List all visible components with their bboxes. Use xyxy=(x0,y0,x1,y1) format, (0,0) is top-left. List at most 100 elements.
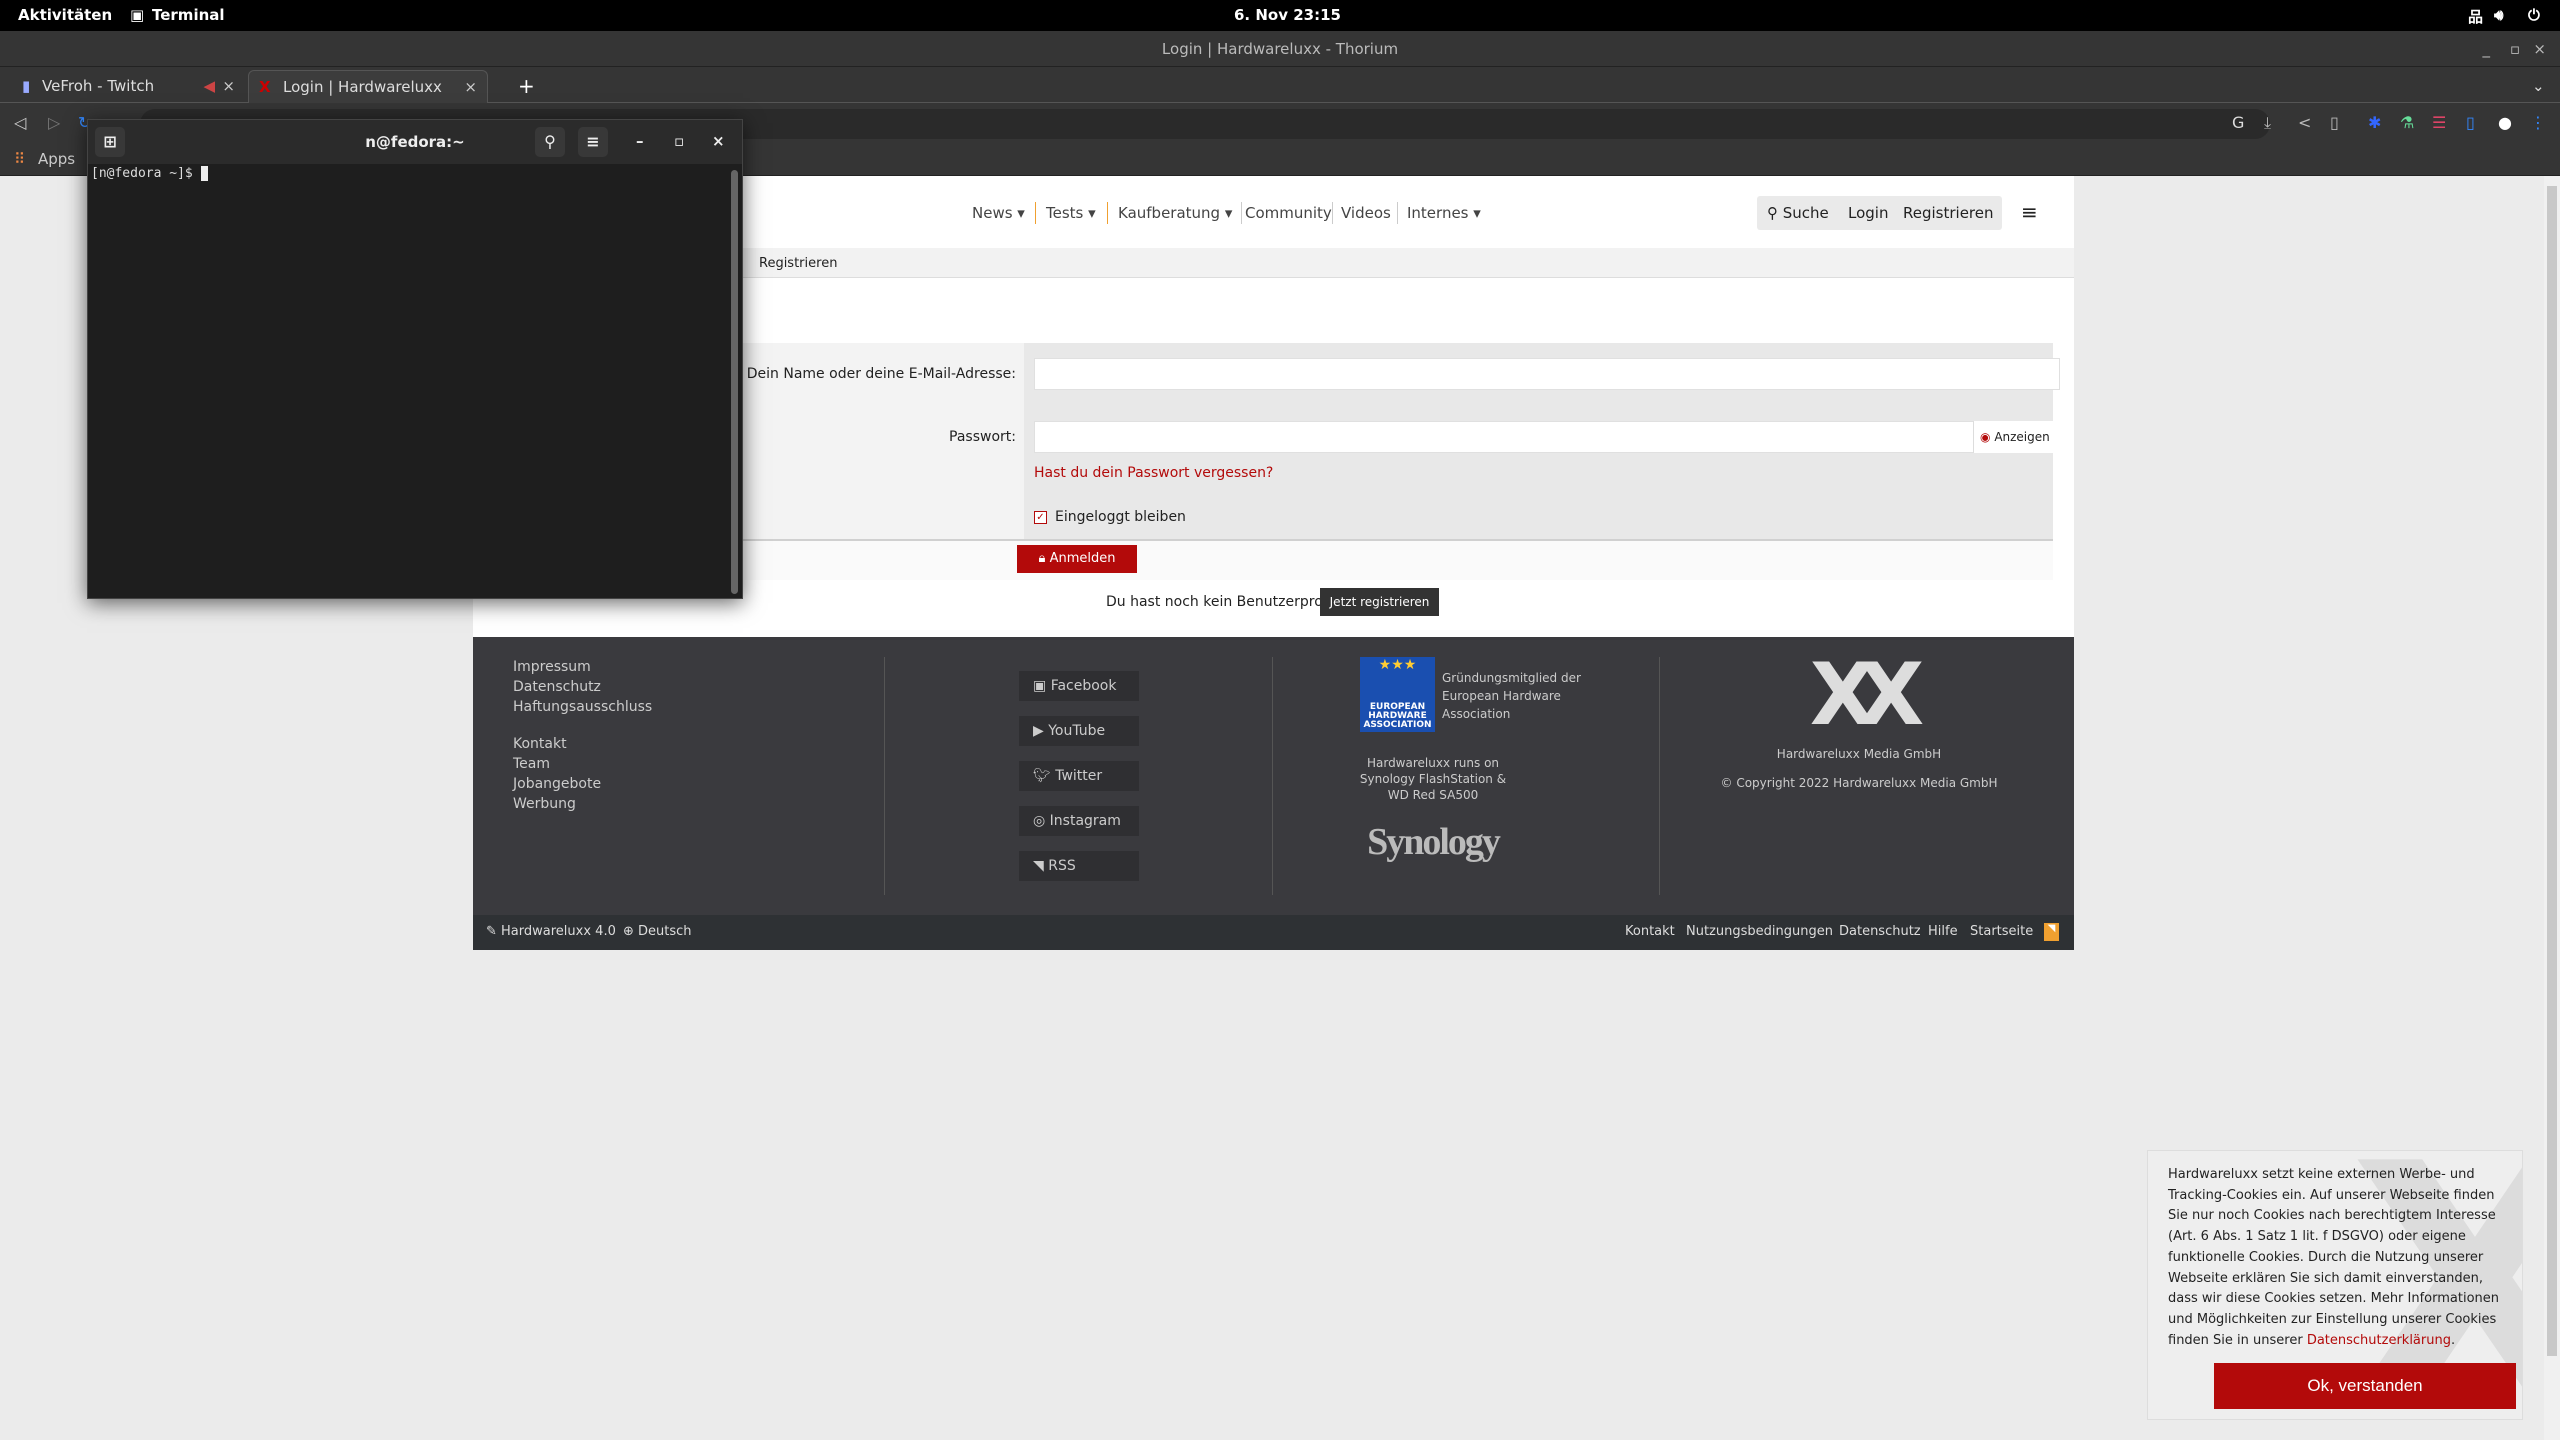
minimize-icon[interactable]: _ xyxy=(2483,31,2491,67)
eha-line: Association xyxy=(1442,707,1511,721)
rss-link[interactable]: ◥ RSS xyxy=(1019,851,1139,881)
forgot-password-link[interactable]: Hast du dein Passwort vergessen? xyxy=(1034,465,1273,481)
back-icon[interactable]: ◁ xyxy=(14,113,26,132)
nav-tests[interactable]: Tests ▾ xyxy=(1046,204,1096,222)
extension-icon[interactable]: ⚗ xyxy=(2400,113,2414,132)
remember-checkbox[interactable]: ✓ xyxy=(1034,511,1047,524)
activities-button[interactable]: Aktivitäten xyxy=(18,6,112,24)
name-input[interactable] xyxy=(1034,358,2060,390)
footer-link[interactable]: Datenschutz xyxy=(513,677,652,697)
login-submit-button[interactable]: 🔒︎ Anmelden xyxy=(1017,545,1137,573)
bottom-link-hilfe[interactable]: Hilfe xyxy=(1928,924,1958,939)
maximize-icon[interactable]: ▫ xyxy=(674,132,684,150)
apps-grid-icon: ⠿ xyxy=(14,150,25,168)
youtube-link[interactable]: ▶ YouTube xyxy=(1019,716,1139,746)
extension-icon[interactable]: ✱ xyxy=(2368,113,2381,132)
maximize-icon[interactable]: ▫ xyxy=(2510,31,2520,67)
app-menu[interactable]: Terminal xyxy=(152,6,225,24)
bottom-link-kontakt[interactable]: Kontakt xyxy=(1625,924,1675,939)
version-link[interactable]: ✎ Hardwareluxx 4.0 xyxy=(486,924,616,939)
bookmark-icon[interactable]: ▯ xyxy=(2330,113,2339,132)
breadcrumb-item[interactable]: Registrieren xyxy=(759,256,837,271)
facebook-link[interactable]: ▣ Facebook xyxy=(1019,671,1139,701)
terminal-scrollbar[interactable] xyxy=(731,170,738,594)
close-icon[interactable]: × xyxy=(712,132,725,150)
extension-icon[interactable]: ☰ xyxy=(2432,113,2446,132)
nav-videos[interactable]: Videos xyxy=(1341,204,1391,222)
page-scrollbar[interactable] xyxy=(2544,176,2560,1440)
google-icon[interactable]: G xyxy=(2232,113,2244,132)
footer-link[interactable]: Werbung xyxy=(513,794,601,814)
terminal-app-icon: ▣ xyxy=(130,6,145,24)
remember-label[interactable]: Eingeloggt bleiben xyxy=(1055,509,1186,525)
show-password-button[interactable]: ◉ Anzeigen xyxy=(1973,421,2060,453)
nav-news[interactable]: News ▾ xyxy=(972,204,1025,222)
eha-logo-text: EUROPEAN HARDWARE ASSOCIATION xyxy=(1363,702,1432,730)
menu-icon[interactable]: ≡ xyxy=(578,127,608,157)
tab-hardwareluxx[interactable]: X Login | Hardwareluxx × xyxy=(248,70,488,103)
clock[interactable]: 6. Nov 23:15 xyxy=(1234,6,1341,24)
mute-icon[interactable]: ◀ xyxy=(203,70,215,103)
footer-link[interactable]: Kontakt xyxy=(513,734,601,754)
footer-link[interactable]: Impressum xyxy=(513,657,652,677)
bottom-link-startseite[interactable]: Startseite xyxy=(1970,924,2033,939)
sidebar-icon[interactable]: ▯ xyxy=(2466,113,2475,132)
synology-logo[interactable]: Synology xyxy=(1333,820,1533,864)
minimize-icon[interactable]: – xyxy=(636,132,644,150)
install-icon[interactable]: ⤓ xyxy=(2264,113,2271,133)
password-label: Passwort: xyxy=(949,429,1016,445)
cookie-ok-button[interactable]: Ok, verstanden xyxy=(2214,1363,2516,1409)
register-now-button[interactable]: Jetzt registrieren xyxy=(1320,588,1439,616)
network-icon[interactable]: 品 xyxy=(2468,6,2483,27)
social-label: RSS xyxy=(1048,858,1076,874)
power-icon[interactable]: ⏻ xyxy=(2528,6,2540,24)
scrollbar-thumb[interactable] xyxy=(2547,186,2557,1356)
social-label: Twitter xyxy=(1055,768,1103,784)
footer-link[interactable]: Team xyxy=(513,754,601,774)
footer-link[interactable]: Jobangebote xyxy=(513,774,601,794)
tab-search-icon[interactable]: ⌄ xyxy=(2510,70,2545,103)
cursor xyxy=(200,166,209,181)
nav-internes[interactable]: Internes ▾ xyxy=(1407,204,1481,222)
search-icon[interactable]: ⚲ xyxy=(535,127,565,157)
hardwareluxx-logo[interactable]: XX xyxy=(1798,652,1925,738)
submit-label: Anmelden xyxy=(1049,551,1116,566)
bottom-link-datenschutz[interactable]: Datenschutz xyxy=(1839,924,1921,939)
hamburger-menu-icon[interactable]: ≡ xyxy=(2021,200,2038,224)
footer-link[interactable]: Haftungsausschluss xyxy=(513,697,652,717)
login-link[interactable]: Login xyxy=(1848,204,1888,222)
register-link[interactable]: Registrieren xyxy=(1903,204,1994,222)
no-profile-text: Du hast noch kein Benutzerprofil? xyxy=(1106,594,1343,610)
close-tab-icon[interactable]: × xyxy=(222,70,235,103)
instagram-link[interactable]: ◎ Instagram xyxy=(1019,806,1139,836)
close-icon[interactable]: × xyxy=(2533,31,2546,67)
terminal-window[interactable]: ⊞ n@fedora:~ ⚲ ≡ – ▫ × [n@fedora ~]$ xyxy=(87,119,743,599)
search-button[interactable]: ⚲ Suche xyxy=(1767,204,1829,222)
divider xyxy=(884,657,885,895)
close-tab-icon[interactable]: × xyxy=(464,71,477,104)
hardwareluxx-favicon: X xyxy=(259,78,271,96)
volume-icon[interactable]: 🔊︎ xyxy=(2494,6,2503,24)
password-input[interactable] xyxy=(1034,421,2060,453)
share-icon[interactable]: < xyxy=(2298,113,2311,132)
tab-twitch[interactable]: ▮ VeFroh - Twitch ◀ × xyxy=(20,70,245,103)
forward-icon[interactable]: ▷ xyxy=(48,113,60,132)
rss-icon[interactable]: ◥ xyxy=(2044,923,2059,941)
terminal-output[interactable]: [n@fedora ~]$ xyxy=(91,166,209,181)
language-selector[interactable]: ⊕ Deutsch xyxy=(623,924,692,939)
profile-icon[interactable]: ● xyxy=(2498,113,2512,132)
apps-bookmark[interactable]: Apps xyxy=(38,150,75,168)
facebook-icon: ▣ xyxy=(1033,678,1047,694)
bottom-link-nutzungsbedingungen[interactable]: Nutzungsbedingungen xyxy=(1686,924,1833,939)
menu-icon[interactable]: ⋮ xyxy=(2530,113,2546,132)
new-tab-button[interactable]: + xyxy=(496,70,535,103)
prompt: [n@fedora ~]$ xyxy=(91,166,201,181)
eha-logo[interactable]: ★★★ EUROPEAN HARDWARE ASSOCIATION xyxy=(1360,657,1435,732)
eye-icon: ◉ xyxy=(1980,430,1991,444)
company-name: Hardwareluxx Media GmbH xyxy=(1776,747,1942,761)
nav-community[interactable]: Community xyxy=(1245,204,1332,222)
cookie-text: Hardwareluxx setzt keine externen Werbe-… xyxy=(2168,1167,2500,1348)
twitter-link[interactable]: 🐦︎ Twitter xyxy=(1019,761,1139,791)
nav-kaufberatung[interactable]: Kaufberatung ▾ xyxy=(1118,204,1232,222)
privacy-policy-link[interactable]: Datenschutzerklärung xyxy=(2307,1333,2451,1348)
